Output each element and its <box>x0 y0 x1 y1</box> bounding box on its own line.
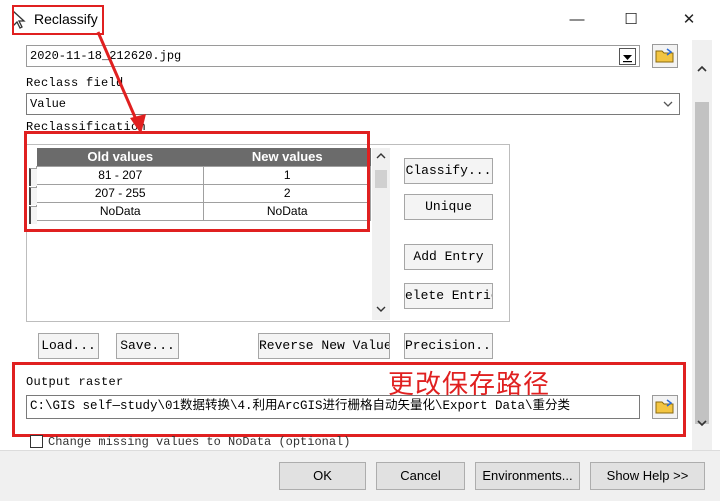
scroll-down-icon[interactable] <box>375 304 387 314</box>
change-missing-checkbox[interactable] <box>30 435 43 448</box>
close-button[interactable]: ✕ <box>674 8 704 32</box>
reclass-field-value: Value <box>30 97 67 111</box>
change-missing-label: Change missing values to NoData (optiona… <box>48 435 351 449</box>
chevron-down-icon <box>663 101 673 107</box>
load-button[interactable]: Load... <box>38 333 99 359</box>
ok-button[interactable]: OK <box>279 462 366 490</box>
maximize-button[interactable]: ☐ <box>616 8 646 32</box>
reverse-new-values-button[interactable]: Reverse New Values <box>258 333 390 359</box>
reclass-field-label: Reclass field <box>26 76 124 90</box>
title-bar: Reclassify — ☐ ✕ <box>0 0 720 40</box>
input-raster-dropdown-button[interactable] <box>619 48 636 65</box>
save-button[interactable]: Save... <box>116 333 179 359</box>
precision-button[interactable]: Precision... <box>404 333 493 359</box>
dropdown-arrow-icon <box>623 55 632 63</box>
classify-button[interactable]: Classify... <box>404 158 493 184</box>
show-help-button[interactable]: Show Help >> <box>590 462 705 490</box>
output-highlight-box <box>12 362 686 437</box>
dialog-scrollbar[interactable] <box>692 40 712 450</box>
unique-button[interactable]: Unique <box>404 194 493 220</box>
input-raster-browse-button[interactable] <box>652 44 678 68</box>
add-entry-button[interactable]: Add Entry <box>404 244 493 270</box>
reclass-field-select[interactable]: Value <box>26 93 680 115</box>
minimize-button[interactable]: — <box>562 8 592 32</box>
environments-button[interactable]: Environments... <box>475 462 580 490</box>
input-raster-value: 2020-11-18_212620.jpg <box>30 49 182 63</box>
input-raster-field[interactable]: 2020-11-18_212620.jpg <box>26 45 640 67</box>
delete-entries-button[interactable]: elete Entrie <box>404 283 493 309</box>
table-scrollbar[interactable] <box>372 148 390 320</box>
scroll-up-icon[interactable] <box>696 64 708 74</box>
folder-icon <box>655 48 674 63</box>
dialog-scroll-thumb[interactable] <box>695 102 709 424</box>
table-highlight-box <box>24 131 370 232</box>
scroll-down-icon[interactable] <box>696 418 708 428</box>
title-highlight-box <box>12 5 104 35</box>
annotation-text: 更改保存路径 <box>388 370 551 400</box>
table-scroll-thumb[interactable] <box>375 170 387 188</box>
scroll-up-icon[interactable] <box>375 151 387 161</box>
cancel-button[interactable]: Cancel <box>376 462 465 490</box>
